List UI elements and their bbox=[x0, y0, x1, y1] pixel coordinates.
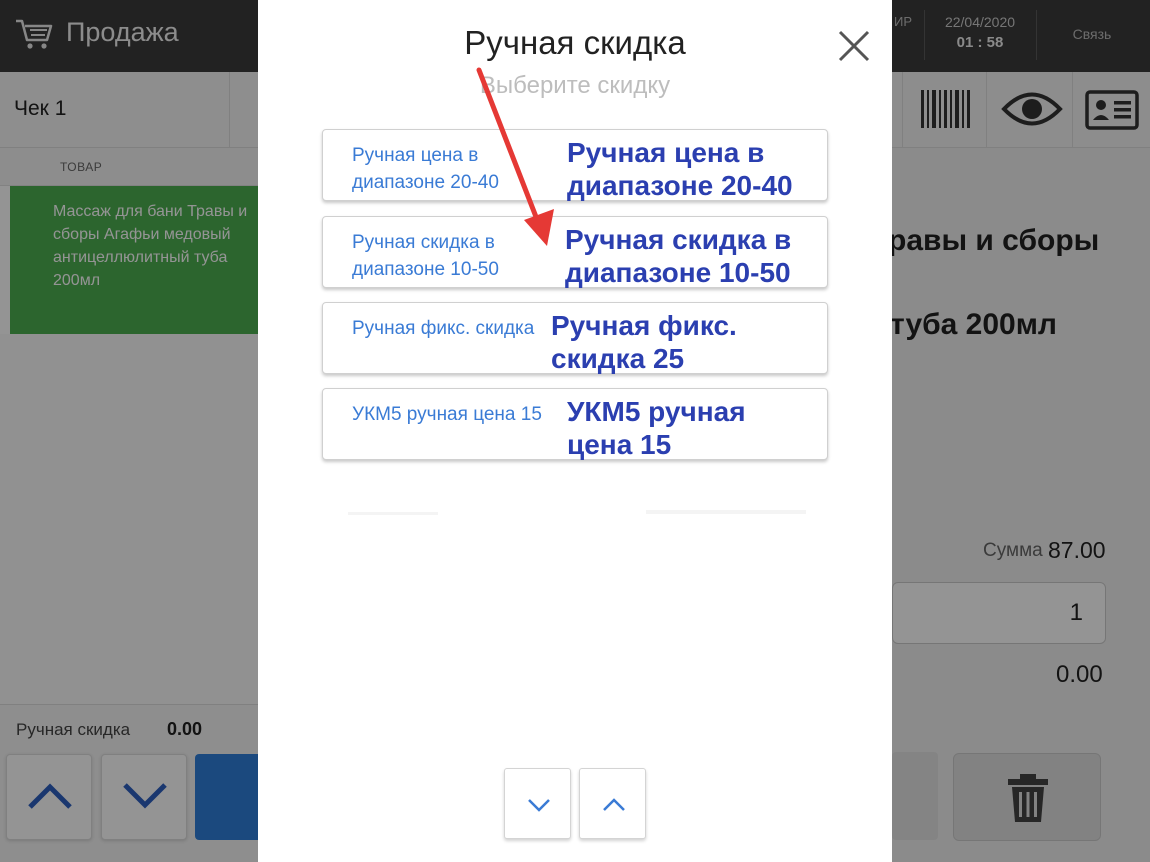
scroll-up-button[interactable] bbox=[579, 768, 646, 839]
faded-text bbox=[348, 512, 438, 515]
annotation-line: Ручная цена в bbox=[567, 137, 765, 168]
scroll-down-button[interactable] bbox=[504, 768, 571, 839]
option-annotation: Ручная фикс. скидка 25 bbox=[551, 309, 737, 375]
annotation-line: скидка 25 bbox=[551, 343, 685, 374]
option-label: Ручная цена в диапазоне 20-40 bbox=[352, 145, 499, 193]
faded-text bbox=[646, 510, 806, 514]
discount-option-ukm5-price-15[interactable]: УКМ5 ручная цена 15 УКМ5 ручная цена 15 bbox=[322, 388, 828, 460]
chevron-down-icon bbox=[528, 799, 550, 812]
chevron-up-icon bbox=[603, 798, 625, 811]
annotation-line: цена 15 bbox=[567, 429, 672, 460]
option-annotation: Ручная скидка в диапазоне 10-50 bbox=[565, 223, 791, 289]
discount-option-price-20-40[interactable]: Ручная цена в диапазоне 20-40 Ручная цен… bbox=[322, 129, 828, 201]
option-label: Ручная фикс. скидка bbox=[352, 318, 535, 339]
option-label: УКМ5 ручная цена 15 bbox=[352, 404, 542, 425]
dialog-subtitle: Выберите скидку bbox=[479, 72, 671, 99]
option-annotation: Ручная цена в диапазоне 20-40 bbox=[567, 136, 793, 202]
annotation-line: Ручная скидка в bbox=[565, 224, 792, 255]
discount-option-fixed-25[interactable]: Ручная фикс. скидка Ручная фикс. скидка … bbox=[322, 302, 828, 374]
discount-dialog: Ручная скидка Выберите скидку Ручная цен… bbox=[258, 0, 892, 862]
option-label: Ручная скидка в диапазоне 10-50 bbox=[352, 232, 499, 280]
annotation-line: диапазоне 20-40 bbox=[567, 170, 793, 201]
dialog-title: Ручная скидка bbox=[464, 24, 686, 61]
annotation-line: Ручная фикс. bbox=[551, 310, 737, 341]
close-icon[interactable] bbox=[836, 28, 872, 64]
annotation-line: диапазоне 10-50 bbox=[565, 257, 791, 288]
annotation-line: УКМ5 ручная bbox=[567, 396, 746, 427]
option-annotation: УКМ5 ручная цена 15 bbox=[567, 395, 746, 461]
discount-option-discount-10-50[interactable]: Ручная скидка в диапазоне 10-50 Ручная с… bbox=[322, 216, 828, 288]
